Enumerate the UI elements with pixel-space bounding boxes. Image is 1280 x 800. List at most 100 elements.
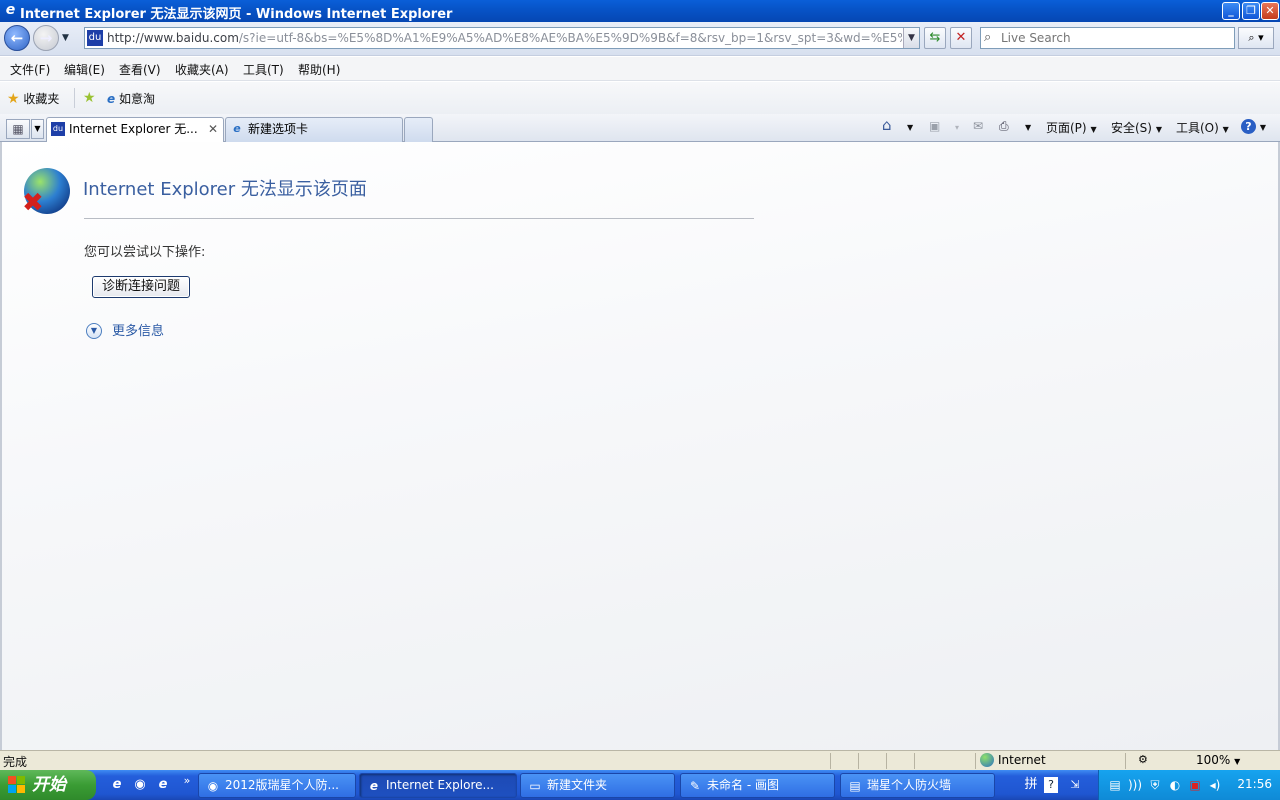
menu-view[interactable]: 查看(V) <box>119 61 161 78</box>
clock[interactable]: 21:56 <box>1237 777 1272 791</box>
address-bar[interactable]: du http://www.baidu.com/s?ie=utf-8&bs=%E… <box>84 27 920 49</box>
task-new-folder[interactable]: ▭ 新建文件夹 <box>520 773 675 798</box>
favorite-link-ruyitao[interactable]: e 如意淘 <box>107 90 155 107</box>
menu-favorites[interactable]: 收藏夹(A) <box>175 61 229 78</box>
status-text: 完成 <box>3 755 28 769</box>
help-tray-icon[interactable]: ? <box>1044 777 1058 793</box>
taskbar: 开始 e ◉ e » ◉ 2012版瑞星个人防... e Internet Expl… <box>0 770 1280 800</box>
tab-list-dropdown-icon[interactable]: ▼ <box>31 119 44 139</box>
system-tray: ▤ ))) ⛨ ◐ ▣ ◂) 21:56 <box>1098 770 1280 800</box>
folder-icon: ▭ <box>529 779 541 793</box>
divider <box>886 753 887 769</box>
print-dropdown-icon[interactable]: ▼ <box>1025 119 1031 133</box>
search-box[interactable]: ⌕ <box>980 27 1235 49</box>
paint-icon: ✎ <box>689 779 701 793</box>
safety-menu-button[interactable]: 安全(S) ▼ <box>1111 119 1162 136</box>
divider <box>74 88 75 108</box>
favorites-button[interactable]: ★ 收藏夹 <box>7 90 59 107</box>
home-dropdown-icon[interactable]: ▼ <box>907 119 913 133</box>
recent-pages-dropdown-icon[interactable]: ▼ <box>62 33 69 43</box>
task-internet-explorer[interactable]: e Internet Explore... <box>359 773 517 798</box>
baidu-favicon-icon: du <box>51 122 65 136</box>
volume-icon[interactable]: ◂) <box>1207 777 1223 793</box>
divider <box>914 753 915 769</box>
search-icon: ⌕ <box>984 30 992 45</box>
network-icon[interactable]: ▤ <box>1107 777 1123 793</box>
security-shield-icon[interactable]: ⛨ <box>1147 777 1163 793</box>
window-title: Internet Explorer 无法显示该网页 - Windows Inte… <box>20 7 453 22</box>
antivirus-icon[interactable]: ◐ <box>1167 777 1183 793</box>
tools-menu-button[interactable]: 工具(O) ▼ <box>1176 119 1229 136</box>
add-favorite-star-icon: ★ <box>83 90 96 106</box>
try-instructions: 您可以尝试以下操作: <box>84 245 206 260</box>
menu-file[interactable]: 文件(F) <box>10 61 50 78</box>
navigation-bar: ← → ▼ du http://www.baidu.com/s?ie=utf-8… <box>0 22 1280 56</box>
tab-label: Internet Explorer 无... <box>69 122 198 136</box>
quick-tabs-icon[interactable]: ▦ <box>6 119 30 139</box>
diagnose-connection-button[interactable]: 诊断连接问题 <box>92 276 190 298</box>
ie-page-icon: e <box>107 92 116 106</box>
quicklaunch-chrome-icon[interactable]: ◉ <box>131 776 149 794</box>
star-icon: ★ <box>7 91 20 107</box>
task-rising-antivirus-chrome[interactable]: ◉ 2012版瑞星个人防... <box>198 773 356 798</box>
home-icon[interactable]: ⌂ <box>882 116 892 134</box>
feeds-icon[interactable]: ▣ <box>929 119 940 133</box>
maximize-button[interactable]: ❐ <box>1242 2 1260 20</box>
internet-zone-icon <box>980 753 994 767</box>
menu-edit[interactable]: 编辑(E) <box>64 61 105 78</box>
address-dropdown-icon[interactable]: ▼ <box>903 28 919 48</box>
more-info-link[interactable]: 更多信息 <box>112 320 164 339</box>
wireless-icon[interactable]: ))) <box>1127 777 1143 793</box>
back-button[interactable]: ← <box>4 25 30 51</box>
divider <box>858 753 859 769</box>
page-menu-button[interactable]: 页面(P) ▼ <box>1046 119 1097 136</box>
divider <box>830 753 831 769</box>
quicklaunch-browser-icon[interactable]: e <box>154 776 172 794</box>
stop-button[interactable]: ✕ <box>950 27 972 49</box>
search-button[interactable]: ⌕ ▾ <box>1238 27 1274 49</box>
protected-mode-icon: ⚙ <box>1138 753 1148 766</box>
divider <box>84 218 754 219</box>
feeds-dropdown-icon[interactable]: ▾ <box>955 119 959 133</box>
tab-ie-error[interactable]: du Internet Explorer 无... ✕ <box>46 117 224 143</box>
add-to-favorites-button[interactable]: ★ <box>83 90 96 106</box>
minimize-button[interactable]: _ <box>1222 2 1240 20</box>
ie-icon: e <box>369 779 379 793</box>
ie-logo-icon: e <box>5 2 16 18</box>
windows-flag-icon <box>8 776 26 794</box>
address-url[interactable]: http://www.baidu.com/s?ie=utf-8&bs=%E5%8… <box>107 31 902 45</box>
print-icon[interactable]: ⎙ <box>999 119 1009 134</box>
ie-page-icon: e <box>233 122 241 135</box>
forward-button[interactable]: → <box>33 25 59 51</box>
close-window-button[interactable]: ✕ <box>1261 2 1279 20</box>
error-page: ✖ Internet Explorer 无法显示该页面 您可以尝试以下操作: 诊… <box>0 142 1280 750</box>
menu-help[interactable]: 帮助(H) <box>298 61 340 78</box>
quicklaunch-ie-icon[interactable]: e <box>108 776 126 794</box>
start-button[interactable]: 开始 <box>0 770 96 800</box>
help-menu-button[interactable]: ? ▼ <box>1241 119 1266 134</box>
quicklaunch-more-icon[interactable]: » <box>178 772 196 790</box>
baidu-favicon-icon: du <box>87 30 103 46</box>
expand-more-icon[interactable]: ▼ <box>86 323 102 339</box>
search-input[interactable] <box>1001 30 1229 46</box>
globe-error-icon: ✖ <box>22 168 70 218</box>
tab-bar: ▦ ▼ du Internet Explorer 无... ✕ e 新建选项卡 … <box>0 114 1280 143</box>
error-title: Internet Explorer 无法显示该页面 <box>83 179 367 200</box>
close-tab-icon[interactable]: ✕ <box>208 118 218 140</box>
menu-tools[interactable]: 工具(T) <box>243 61 284 78</box>
zoom-level[interactable]: 100% ▼ <box>1196 753 1240 767</box>
error-x-icon: ✖ <box>22 188 44 218</box>
tab-label: 新建选项卡 <box>248 122 309 136</box>
firewall-tray-icon[interactable]: ▣ <box>1187 777 1203 793</box>
tab-new-tab-page[interactable]: e 新建选项卡 <box>225 117 403 142</box>
status-bar: 完成 Internet ⚙ 100% ▼ <box>0 750 1280 770</box>
security-zone[interactable]: Internet <box>980 753 1046 767</box>
read-mail-icon[interactable]: ✉ <box>973 119 983 133</box>
task-rising-firewall[interactable]: ▤ 瑞星个人防火墙 <box>840 773 995 798</box>
input-method-icon[interactable]: 拼 <box>1022 776 1040 794</box>
task-paint[interactable]: ✎ 未命名 - 画图 <box>680 773 835 798</box>
ime-options-icon[interactable]: ⇲ <box>1066 776 1084 794</box>
refresh-button[interactable]: ⇆ <box>924 27 946 49</box>
new-tab-button[interactable] <box>404 117 433 142</box>
divider <box>975 753 976 769</box>
